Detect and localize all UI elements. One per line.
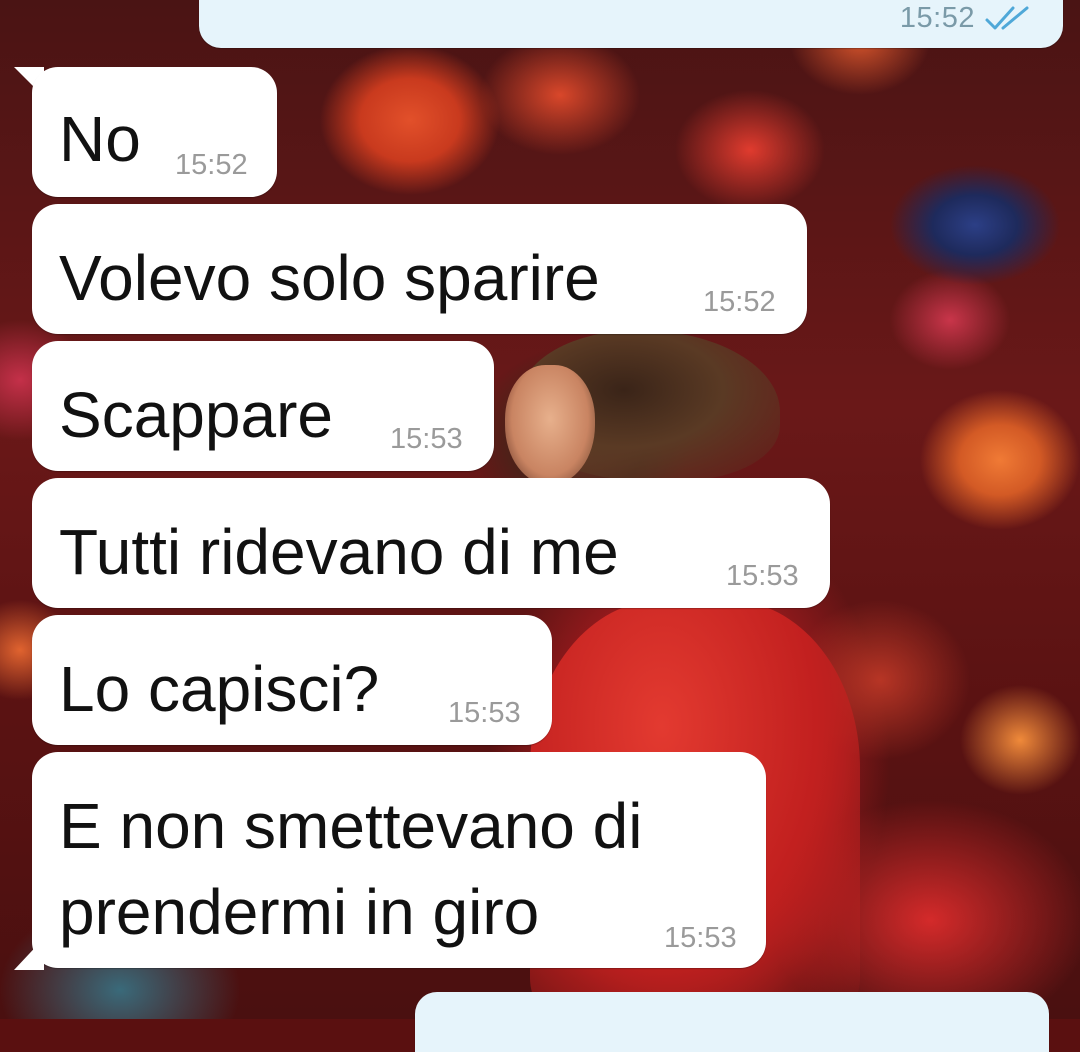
message-time: 15:53 xyxy=(448,697,521,729)
message-text: Lo capisci? xyxy=(59,653,380,725)
message-text: No xyxy=(59,103,141,175)
incoming-message-bubble[interactable]: E non smettevano di prendermi in giro 15… xyxy=(32,752,766,968)
message-time: 15:53 xyxy=(390,423,463,455)
message-text: Tutti ridevano di me xyxy=(59,516,619,588)
message-time: 15:52 xyxy=(703,286,776,318)
incoming-message-bubble[interactable]: Tutti ridevano di me 15:53 xyxy=(32,478,830,608)
outgoing-message-bubble[interactable] xyxy=(415,992,1049,1052)
double-check-icon xyxy=(983,4,1033,34)
message-time: 15:53 xyxy=(726,560,799,592)
message-text: Volevo solo sparire xyxy=(59,242,600,314)
wallpaper-dancer-face xyxy=(505,365,595,485)
message-time: 15:52 xyxy=(175,149,248,181)
incoming-message-bubble[interactable]: Scappare 15:53 xyxy=(32,341,494,471)
message-text-line: E non smettevano di xyxy=(59,790,643,862)
incoming-message-bubble[interactable]: Volevo solo sparire 15:52 xyxy=(32,204,807,334)
incoming-message-bubble[interactable]: No 15:52 xyxy=(32,67,277,197)
message-time: 15:53 xyxy=(664,922,737,954)
bubble-tail xyxy=(14,938,44,970)
message-text: Scappare xyxy=(59,379,333,451)
incoming-message-bubble[interactable]: Lo capisci? 15:53 xyxy=(32,615,552,745)
message-time: 15:52 xyxy=(899,2,975,34)
message-text-line: prendermi in giro xyxy=(59,876,540,948)
outgoing-message-bubble[interactable]: 15:52 xyxy=(199,0,1063,48)
